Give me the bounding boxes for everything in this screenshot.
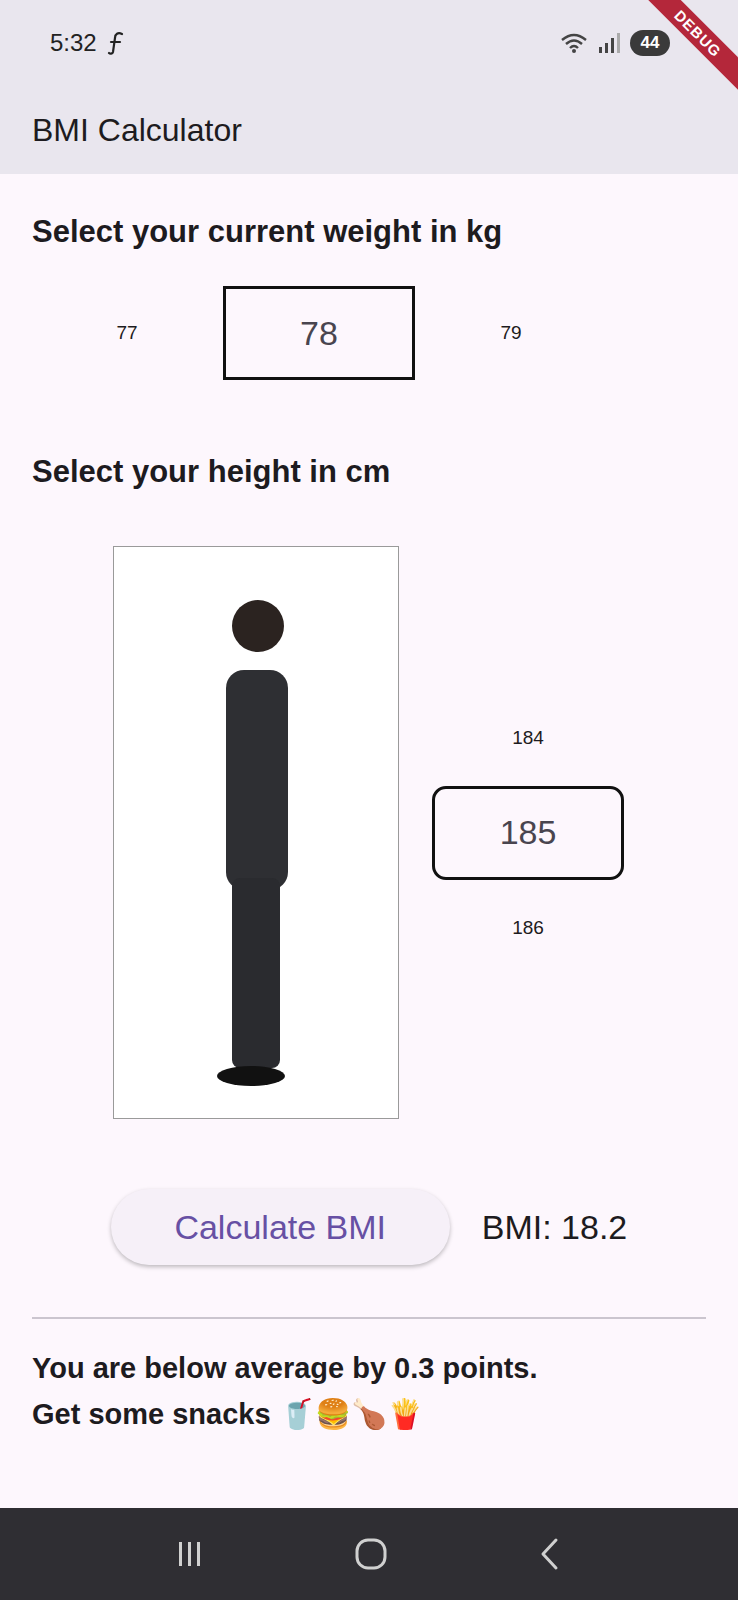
- debug-band: DEBUG: [633, 0, 738, 98]
- height-row: 184185186: [0, 546, 738, 1119]
- weight-option[interactable]: 78: [223, 286, 415, 380]
- weight-picker[interactable]: 777879: [0, 286, 738, 380]
- wifi-icon: [560, 32, 588, 54]
- person-photo: [113, 546, 399, 1119]
- person-silhouette-icon: [196, 578, 316, 1098]
- signal-icon: [598, 32, 620, 54]
- height-option[interactable]: 186: [432, 880, 624, 976]
- navigation-bar: [0, 1508, 738, 1600]
- height-option[interactable]: 184: [432, 690, 624, 786]
- weight-label: Select your current weight in kg: [0, 212, 738, 252]
- flutter-notification-icon: [107, 31, 125, 55]
- status-right: 44: [560, 30, 670, 56]
- status-bar: 5:32 44: [0, 0, 738, 86]
- weight-option[interactable]: 79: [415, 322, 607, 344]
- bmi-message: You are below average by 0.3 points.Get …: [0, 1345, 738, 1437]
- home-icon[interactable]: [354, 1537, 388, 1571]
- debug-banner: DEBUG: [628, 0, 738, 110]
- status-time: 5:32: [50, 29, 97, 57]
- content: Select your current weight in kg 777879 Se…: [0, 174, 738, 1508]
- bmi-screen: 5:32 44 BMI Calculator DEBUG Select your cur…: [0, 0, 738, 1600]
- message-line: Get some snacks 🥤🍔🍗🍟: [32, 1391, 706, 1437]
- message-line: You are below average by 0.3 points.: [32, 1345, 706, 1391]
- top-area: 5:32 44 BMI Calculator: [0, 0, 738, 174]
- weight-option[interactable]: 77: [31, 322, 223, 344]
- recent-apps-icon[interactable]: [175, 1540, 205, 1568]
- app-title: BMI Calculator: [32, 112, 242, 149]
- height-option[interactable]: 185: [432, 786, 624, 880]
- status-left: 5:32: [50, 29, 125, 57]
- battery-indicator: 44: [630, 30, 670, 56]
- height-picker[interactable]: 184185186: [432, 690, 624, 976]
- bmi-result: BMI: 18.2: [482, 1208, 628, 1247]
- back-icon[interactable]: [537, 1537, 563, 1571]
- height-label: Select your height in cm: [0, 452, 738, 492]
- divider: [32, 1317, 706, 1319]
- app-bar: BMI Calculator: [0, 86, 738, 174]
- action-row: Calculate BMI BMI: 18.2: [0, 1189, 738, 1265]
- calculate-button[interactable]: Calculate BMI: [111, 1189, 450, 1265]
